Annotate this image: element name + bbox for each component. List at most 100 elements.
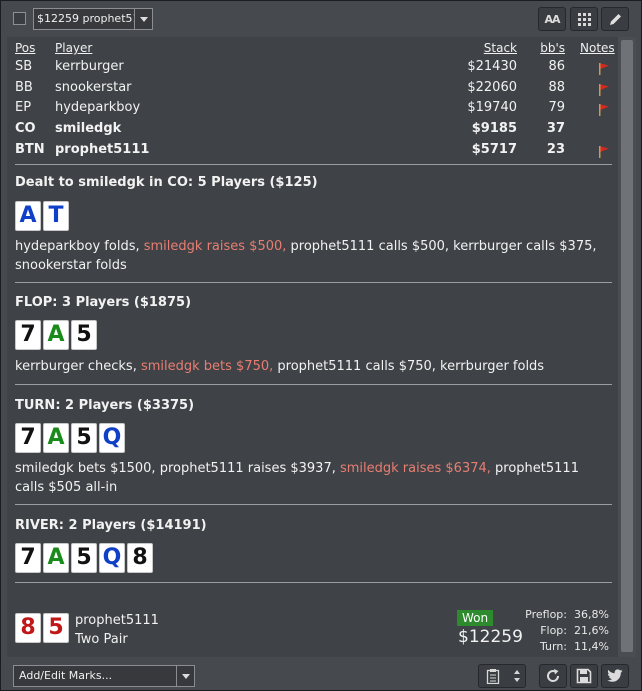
equity-label: Turn: <box>539 640 567 653</box>
divider <box>15 582 612 583</box>
row-pos: SB <box>15 59 33 74</box>
preflop-actions: hydeparkboy folds, smiledgk raises $500,… <box>15 237 605 275</box>
flag-icon[interactable] <box>597 145 611 159</box>
col-header-notes[interactable]: Notes <box>580 41 615 55</box>
divider <box>15 384 612 385</box>
row-pos: EP <box>15 100 32 115</box>
top-toolbar: $12259 prophet5111 AA <box>1 1 641 37</box>
row-stack: $19740 <box>467 100 517 115</box>
flag-icon[interactable] <box>597 83 611 97</box>
row-player[interactable]: prophet5111 <box>55 142 149 157</box>
divider <box>15 164 612 165</box>
row-pos: CO <box>15 121 36 136</box>
edit-button[interactable] <box>601 7 629 31</box>
chevron-down-icon[interactable] <box>134 9 152 29</box>
turn-actions: smiledgk bets $1500, prophet5111 raises … <box>15 459 605 497</box>
col-header-pos[interactable]: Pos <box>15 41 35 55</box>
divider <box>15 282 612 283</box>
row-bbs: 23 <box>546 142 565 157</box>
card: T <box>43 201 69 231</box>
card: 7 <box>15 423 41 453</box>
action-text-highlight: smiledgk bets $750, <box>140 359 274 374</box>
divider <box>15 504 612 505</box>
hand-history-panel: Pos Player Stack bb's Notes SB kerrburge… <box>7 37 618 657</box>
equity-label: Flop: <box>540 624 567 637</box>
equity-value: 21,6% <box>574 624 609 637</box>
river-cards: 7 A 5 Q 8 <box>15 543 153 573</box>
flag-icon[interactable] <box>597 103 611 117</box>
save-button[interactable] <box>570 664 598 688</box>
marks-dropdown[interactable]: Add/Edit Marks... <box>13 665 195 687</box>
card: 5 <box>71 320 97 350</box>
card: 7 <box>15 320 41 350</box>
won-badge: Won <box>457 610 494 626</box>
card: 8 <box>15 613 41 643</box>
action-text-highlight: smiledgk raises $6374, <box>339 461 491 476</box>
card: A <box>15 201 41 231</box>
player-select-dropdown[interactable]: $12259 prophet5111 <box>33 8 153 30</box>
col-header-bbs[interactable]: bb's <box>535 41 565 55</box>
hand-replayer-window: $12259 prophet5111 AA Pos Player Stack b… <box>0 0 642 691</box>
preflop-title: Dealt to smiledgk in CO: 5 Players ($125… <box>15 175 318 190</box>
card: 5 <box>43 613 69 643</box>
row-pos: BTN <box>15 142 45 157</box>
row-player[interactable]: snookerstar <box>55 80 132 95</box>
equity-label: Preflop: <box>525 608 567 621</box>
row-bbs: 86 <box>548 59 565 74</box>
col-header-stack[interactable]: Stack <box>477 41 517 55</box>
showdown-cards: 8 5 <box>15 613 69 643</box>
card: 5 <box>71 543 97 573</box>
chevron-down-icon[interactable] <box>176 666 194 686</box>
vertical-scrollbar[interactable] <box>618 37 636 657</box>
card: Q <box>99 543 125 573</box>
row-player[interactable]: smiledgk <box>55 121 121 136</box>
card: 8 <box>127 543 153 573</box>
row-stack: $22060 <box>467 80 517 95</box>
twitter-share-button[interactable] <box>601 664 629 688</box>
card: Q <box>99 423 125 453</box>
turn-cards: 7 A 5 Q <box>15 423 125 453</box>
refresh-button[interactable] <box>539 664 567 688</box>
flop-cards: 7 A 5 <box>15 320 97 350</box>
refresh-icon <box>547 669 560 682</box>
turn-title: TURN: 2 Players ($3375) <box>15 398 195 413</box>
clipboard-icon <box>486 669 500 684</box>
row-stack: $21430 <box>467 59 517 74</box>
winner-name[interactable]: prophet5111 <box>75 613 159 628</box>
flop-title: FLOP: 3 Players ($1875) <box>15 295 192 310</box>
card: A <box>43 320 69 350</box>
row-player[interactable]: kerrburger <box>55 59 124 74</box>
equity-value: 11,4% <box>574 640 609 653</box>
select-checkbox[interactable] <box>13 12 26 25</box>
col-header-player[interactable]: Player <box>55 41 92 55</box>
row-pos: BB <box>15 80 33 95</box>
grid-icon <box>578 13 591 26</box>
pencil-icon <box>610 14 621 25</box>
row-bbs: 88 <box>548 80 565 95</box>
grid-view-button[interactable] <box>570 7 598 31</box>
scrollbar-thumb[interactable] <box>621 40 633 652</box>
player-select-value: $12259 prophet5111 <box>37 12 135 25</box>
action-text: smiledgk bets $1500, prophet5111 raises … <box>15 461 340 476</box>
flag-icon[interactable] <box>597 62 611 76</box>
winner-hand: Two Pair <box>75 632 128 647</box>
font-size-label: AA <box>544 13 560 26</box>
equity-value: 36,8% <box>574 608 609 621</box>
row-stack: $5717 <box>471 142 517 157</box>
river-title: RIVER: 2 Players ($14191) <box>15 518 207 533</box>
action-text: prophet5111 calls $750, kerrburger folds <box>273 359 545 374</box>
action-text: kerrburger checks, <box>15 359 141 374</box>
card: 7 <box>15 543 41 573</box>
notes-stepper-button[interactable] <box>478 664 526 688</box>
row-bbs: 79 <box>548 100 565 115</box>
row-stack: $9185 <box>471 121 517 136</box>
flop-actions: kerrburger checks, smiledgk bets $750, p… <box>15 357 605 376</box>
row-bbs: 37 <box>546 121 565 136</box>
action-text-highlight: smiledgk raises $500, <box>143 239 287 254</box>
card: 5 <box>71 423 97 453</box>
up-down-arrows-icon <box>514 670 520 682</box>
hole-cards: A T <box>15 201 69 231</box>
font-size-button[interactable]: AA <box>538 7 566 31</box>
row-player[interactable]: hydeparkboy <box>55 100 140 115</box>
card: A <box>43 543 69 573</box>
